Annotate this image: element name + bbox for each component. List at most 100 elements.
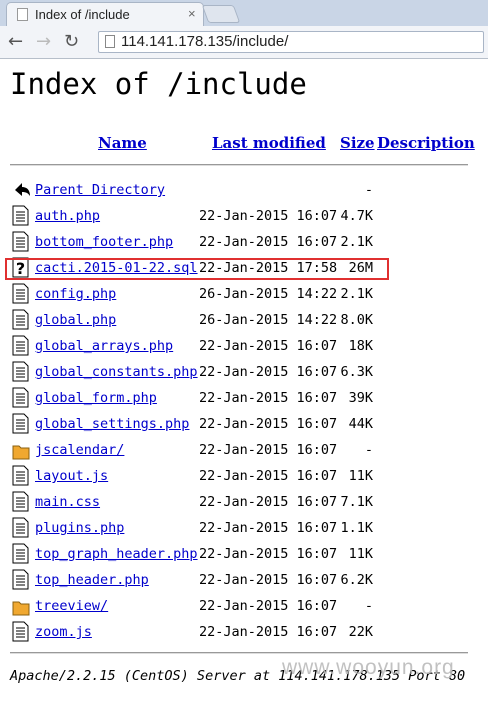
file-link[interactable]: jscalendar/ <box>35 442 124 458</box>
file-link[interactable]: Parent Directory <box>35 182 165 198</box>
back-icon[interactable]: ← <box>8 31 23 52</box>
file-icon <box>12 543 30 565</box>
file-icon <box>12 283 30 305</box>
modified-date: 22-Jan-2015 16:07 <box>199 572 338 588</box>
file-size: - <box>364 442 373 458</box>
file-link[interactable]: global_settings.php <box>35 416 189 432</box>
file-size: 11K <box>348 468 373 484</box>
file-link[interactable]: global_arrays.php <box>35 338 173 354</box>
file-size: 7.1K <box>340 494 373 510</box>
file-size: 6.2K <box>340 572 373 588</box>
table-row: bottom_footer.php 22-Jan-2015 16:07 2.1K <box>10 231 480 255</box>
reload-icon[interactable]: ↻ <box>64 31 79 52</box>
file-size: 39K <box>348 390 373 406</box>
file-link[interactable]: top_graph_header.php <box>35 546 198 562</box>
table-row: global_arrays.php 22-Jan-2015 16:07 18K <box>10 335 480 359</box>
modified-date: 22-Jan-2015 16:07 <box>199 390 338 406</box>
file-link[interactable]: global.php <box>35 312 116 328</box>
file-link[interactable]: zoom.js <box>35 624 92 640</box>
file-icon <box>12 491 30 513</box>
modified-date: 26-Jan-2015 14:22 <box>199 312 338 328</box>
file-size: 22K <box>348 624 373 640</box>
file-link[interactable]: global_constants.php <box>35 364 198 380</box>
divider <box>10 652 468 654</box>
page-title: Index of /include <box>10 67 307 101</box>
close-icon[interactable]: × <box>188 6 196 21</box>
file-link[interactable]: config.php <box>35 286 116 302</box>
file-icon <box>12 231 30 253</box>
file-link[interactable]: plugins.php <box>35 520 124 536</box>
modified-date: 22-Jan-2015 16:07 <box>199 364 338 380</box>
page-icon <box>105 35 115 48</box>
table-row: layout.js 22-Jan-2015 16:07 11K <box>10 465 480 489</box>
tab-strip: Index of /include × <box>0 0 488 26</box>
file-link[interactable]: top_header.php <box>35 572 149 588</box>
table-row: top_header.php 22-Jan-2015 16:07 6.2K <box>10 569 480 593</box>
back-icon <box>12 179 30 201</box>
modified-date: 22-Jan-2015 16:07 <box>199 208 338 224</box>
address-bar[interactable]: 114.141.178.135/include/ <box>98 31 484 53</box>
file-size: 2.1K <box>340 234 373 250</box>
navigation-bar: ← → ↻ 114.141.178.135/include/ <box>0 26 488 59</box>
file-link[interactable]: bottom_footer.php <box>35 234 173 250</box>
watermark: www.wooyun.org <box>282 656 455 679</box>
table-row: config.php 26-Jan-2015 14:22 2.1K <box>10 283 480 307</box>
file-icon <box>12 335 30 357</box>
table-row: top_graph_header.php 22-Jan-2015 16:07 11K <box>10 543 480 567</box>
tab-include[interactable]: Index of /include × <box>6 2 204 26</box>
modified-date: 26-Jan-2015 14:22 <box>199 286 338 302</box>
file-link[interactable]: layout.js <box>35 468 108 484</box>
modified-date: 22-Jan-2015 16:07 <box>199 416 338 432</box>
table-row: global_settings.php 22-Jan-2015 16:07 44K <box>10 413 480 437</box>
divider <box>10 164 468 166</box>
table-row: global_form.php 22-Jan-2015 16:07 39K <box>10 387 480 411</box>
file-link[interactable]: main.css <box>35 494 100 510</box>
modified-date: 22-Jan-2015 16:07 <box>199 520 338 536</box>
file-icon <box>12 309 30 331</box>
sort-by-size-link[interactable]: Size <box>340 134 375 152</box>
modified-date: 22-Jan-2015 16:07 <box>199 338 338 354</box>
file-icon <box>12 569 30 591</box>
sort-by-modified-link[interactable]: Last modified <box>212 134 326 152</box>
url-text[interactable]: 114.141.178.135/include/ <box>121 33 288 50</box>
file-size: 1.1K <box>340 520 373 536</box>
file-icon <box>12 387 30 409</box>
file-size: - <box>364 182 373 198</box>
table-row: auth.php 22-Jan-2015 16:07 4.7K <box>10 205 480 229</box>
file-icon <box>12 465 30 487</box>
file-size: 4.7K <box>340 208 373 224</box>
modified-date: 22-Jan-2015 16:07 <box>199 624 338 640</box>
table-row: treeview/22-Jan-2015 16:07 - <box>10 595 480 619</box>
file-link[interactable]: auth.php <box>35 208 100 224</box>
modified-date: 22-Jan-2015 16:07 <box>199 494 338 510</box>
file-size: - <box>364 598 373 614</box>
file-link[interactable]: treeview/ <box>35 598 108 614</box>
file-link[interactable]: global_form.php <box>35 390 157 406</box>
folder-icon <box>12 595 30 617</box>
file-icon <box>12 621 30 643</box>
sort-by-description-link[interactable]: Description <box>377 134 475 152</box>
folder-icon <box>12 439 30 461</box>
table-row: global.php 26-Jan-2015 14:22 8.0K <box>10 309 480 333</box>
table-row: Parent Directory - <box>10 179 480 203</box>
new-tab-button[interactable] <box>201 5 241 23</box>
file-size: 44K <box>348 416 373 432</box>
file-size: 18K <box>348 338 373 354</box>
forward-icon[interactable]: → <box>36 31 51 52</box>
file-icon <box>12 413 30 435</box>
sort-by-name-link[interactable]: Name <box>98 134 147 152</box>
page-icon <box>17 8 28 21</box>
modified-date: 22-Jan-2015 16:07 <box>199 598 338 614</box>
modified-date: 22-Jan-2015 16:07 <box>199 468 338 484</box>
file-size: 2.1K <box>340 286 373 302</box>
table-row: main.css 22-Jan-2015 16:07 7.1K <box>10 491 480 515</box>
file-size: 8.0K <box>340 312 373 328</box>
highlight-box <box>5 258 389 280</box>
file-size: 6.3K <box>340 364 373 380</box>
table-row: plugins.php 22-Jan-2015 16:07 1.1K <box>10 517 480 541</box>
table-row: zoom.js 22-Jan-2015 16:07 22K <box>10 621 480 645</box>
file-icon <box>12 361 30 383</box>
file-size: 11K <box>348 546 373 562</box>
modified-date: 22-Jan-2015 16:07 <box>199 442 338 458</box>
file-icon <box>12 517 30 539</box>
